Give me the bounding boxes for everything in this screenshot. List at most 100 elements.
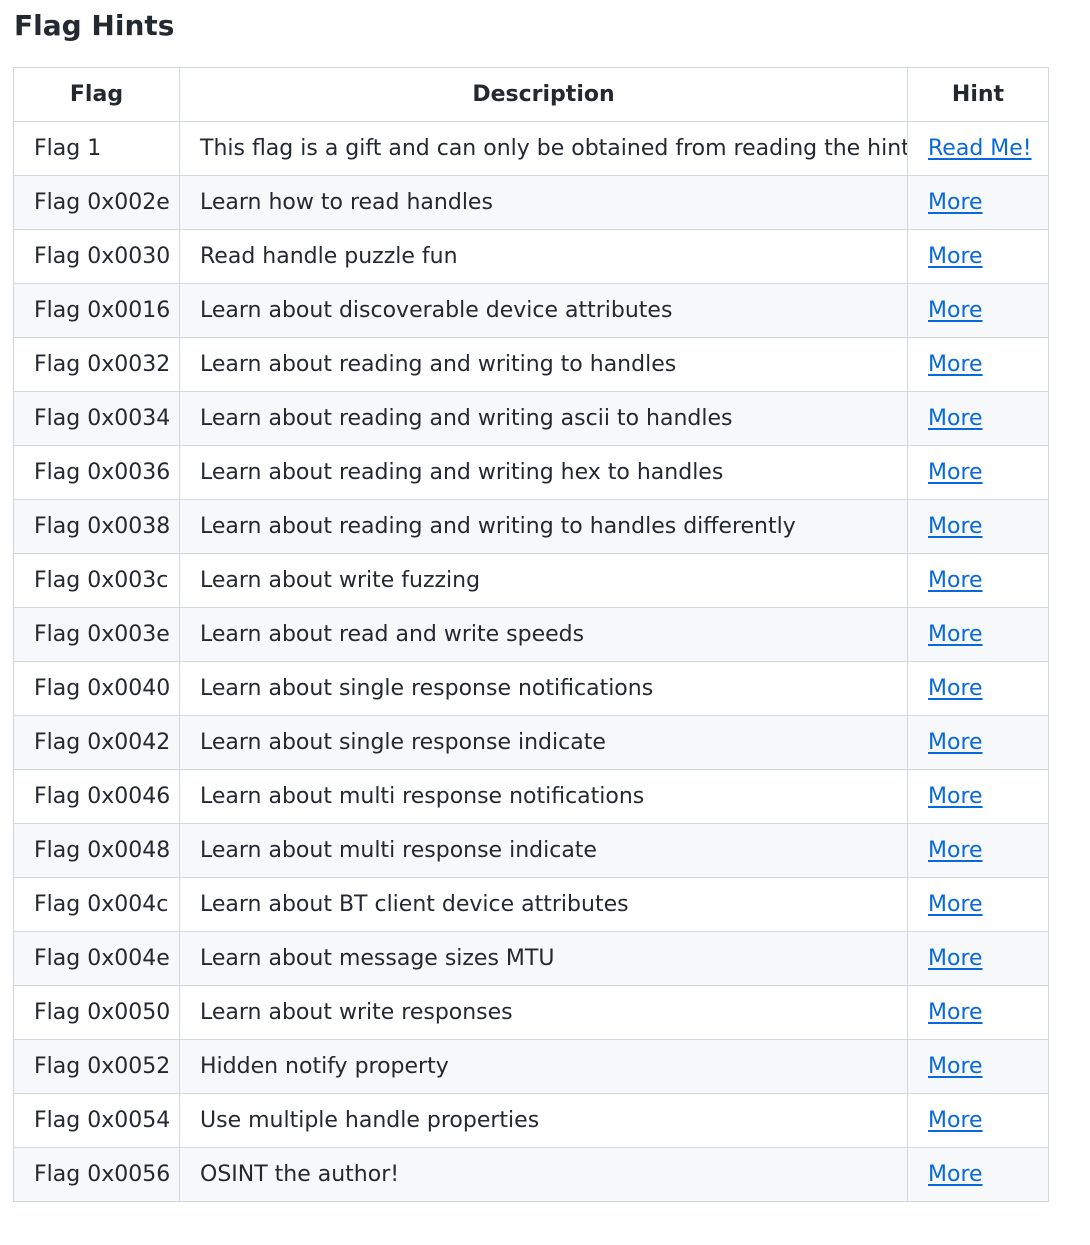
flag-cell: Flag 0x003e xyxy=(13,607,180,662)
hint-cell: More xyxy=(907,715,1049,770)
hint-link-more[interactable]: More xyxy=(928,514,983,539)
hint-link-more[interactable]: More xyxy=(928,946,983,971)
hint-cell: Read Me! xyxy=(907,121,1049,176)
page-title: Flag Hints xyxy=(14,9,175,42)
description-cell: Learn about discoverable device attribut… xyxy=(179,283,908,338)
table-row: Flag 0x0054 Use multiple handle properti… xyxy=(13,1093,1049,1148)
description-cell: Learn about message sizes MTU xyxy=(179,931,908,986)
flag-cell: Flag 0x0040 xyxy=(13,661,180,716)
hint-cell: More xyxy=(907,931,1049,986)
description-cell: Hidden notify property xyxy=(179,1039,908,1094)
hint-link-more[interactable]: More xyxy=(928,676,983,701)
table-row: Flag 1 This flag is a gift and can only … xyxy=(13,121,1049,176)
flag-cell: Flag 0x0046 xyxy=(13,769,180,824)
description-cell: Learn about reading and writing hex to h… xyxy=(179,445,908,500)
table-row: Flag 0x004c Learn about BT client device… xyxy=(13,877,1049,932)
flag-cell: Flag 0x002e xyxy=(13,175,180,230)
description-cell: Learn about single response notification… xyxy=(179,661,908,716)
table-row: Flag 0x003c Learn about write fuzzing Mo… xyxy=(13,553,1049,608)
page: Flag Hints Flag Description Hint Flag 1 … xyxy=(0,0,1090,1245)
hint-link-more[interactable]: More xyxy=(928,1000,983,1025)
table-row: Flag 0x0056 OSINT the author! More xyxy=(13,1147,1049,1202)
hint-link-read-me[interactable]: Read Me! xyxy=(928,136,1032,161)
hint-link-more[interactable]: More xyxy=(928,460,983,485)
description-cell: Learn about read and write speeds xyxy=(179,607,908,662)
hint-cell: More xyxy=(907,1093,1049,1148)
description-cell: Use multiple handle properties xyxy=(179,1093,908,1148)
hint-link-more[interactable]: More xyxy=(928,838,983,863)
flag-cell: Flag 0x0032 xyxy=(13,337,180,392)
table-row: Flag 0x0048 Learn about multi response i… xyxy=(13,823,1049,878)
table-row: Flag 0x004e Learn about message sizes MT… xyxy=(13,931,1049,986)
hint-cell: More xyxy=(907,283,1049,338)
table-row: Flag 0x0052 Hidden notify property More xyxy=(13,1039,1049,1094)
hint-cell: More xyxy=(907,229,1049,284)
flag-cell: Flag 0x003c xyxy=(13,553,180,608)
flag-cell: Flag 0x0052 xyxy=(13,1039,180,1094)
hint-cell: More xyxy=(907,985,1049,1040)
description-cell: Learn about write fuzzing xyxy=(179,553,908,608)
hint-cell: More xyxy=(907,553,1049,608)
hint-link-more[interactable]: More xyxy=(928,1108,983,1133)
flag-cell: Flag 0x0042 xyxy=(13,715,180,770)
description-cell: Read handle puzzle fun xyxy=(179,229,908,284)
description-cell: This flag is a gift and can only be obta… xyxy=(179,121,908,176)
description-cell: OSINT the author! xyxy=(179,1147,908,1202)
header-flag: Flag xyxy=(13,67,180,122)
hint-link-more[interactable]: More xyxy=(928,730,983,755)
flag-cell: Flag 0x004c xyxy=(13,877,180,932)
description-cell: Learn about single response indicate xyxy=(179,715,908,770)
hint-link-more[interactable]: More xyxy=(928,784,983,809)
hint-link-more[interactable]: More xyxy=(928,298,983,323)
description-cell: Learn about BT client device attributes xyxy=(179,877,908,932)
hint-cell: More xyxy=(907,445,1049,500)
table-row: Flag 0x0016 Learn about discoverable dev… xyxy=(13,283,1049,338)
header-description: Description xyxy=(179,67,908,122)
table-row: Flag 0x0036 Learn about reading and writ… xyxy=(13,445,1049,500)
flag-cell: Flag 0x0016 xyxy=(13,283,180,338)
table-row: Flag 0x003e Learn about read and write s… xyxy=(13,607,1049,662)
description-cell: Learn about multi response notifications xyxy=(179,769,908,824)
hint-link-more[interactable]: More xyxy=(928,244,983,269)
hint-link-more[interactable]: More xyxy=(928,1162,983,1187)
hint-cell: More xyxy=(907,661,1049,716)
flag-hints-table: Flag Description Hint Flag 1 This flag i… xyxy=(13,67,1049,1202)
hint-cell: More xyxy=(907,337,1049,392)
hint-link-more[interactable]: More xyxy=(928,1054,983,1079)
description-cell: Learn about reading and writing to handl… xyxy=(179,337,908,392)
hint-link-more[interactable]: More xyxy=(928,352,983,377)
hint-link-more[interactable]: More xyxy=(928,892,983,917)
hint-link-more[interactable]: More xyxy=(928,190,983,215)
table-row: Flag 0x0046 Learn about multi response n… xyxy=(13,769,1049,824)
table-row: Flag 0x0034 Learn about reading and writ… xyxy=(13,391,1049,446)
flag-cell: Flag 0x004e xyxy=(13,931,180,986)
hint-link-more[interactable]: More xyxy=(928,406,983,431)
hint-link-more[interactable]: More xyxy=(928,622,983,647)
table-row: Flag 0x002e Learn how to read handles Mo… xyxy=(13,175,1049,230)
flag-cell: Flag 0x0034 xyxy=(13,391,180,446)
description-cell: Learn about reading and writing to handl… xyxy=(179,499,908,554)
flag-cell: Flag 0x0030 xyxy=(13,229,180,284)
description-cell: Learn about reading and writing ascii to… xyxy=(179,391,908,446)
table-row: Flag 0x0038 Learn about reading and writ… xyxy=(13,499,1049,554)
flag-cell: Flag 1 xyxy=(13,121,180,176)
hint-cell: More xyxy=(907,175,1049,230)
table-row: Flag 0x0042 Learn about single response … xyxy=(13,715,1049,770)
flag-cell: Flag 0x0050 xyxy=(13,985,180,1040)
hint-cell: More xyxy=(907,499,1049,554)
description-cell: Learn about write responses xyxy=(179,985,908,1040)
hint-cell: More xyxy=(907,877,1049,932)
flag-cell: Flag 0x0036 xyxy=(13,445,180,500)
table-row: Flag 0x0040 Learn about single response … xyxy=(13,661,1049,716)
hint-cell: More xyxy=(907,1147,1049,1202)
flag-cell: Flag 0x0056 xyxy=(13,1147,180,1202)
header-hint: Hint xyxy=(907,67,1049,122)
table-row: Flag 0x0030 Read handle puzzle fun More xyxy=(13,229,1049,284)
table-row: Flag 0x0032 Learn about reading and writ… xyxy=(13,337,1049,392)
description-cell: Learn how to read handles xyxy=(179,175,908,230)
table-row: Flag 0x0050 Learn about write responses … xyxy=(13,985,1049,1040)
hint-cell: More xyxy=(907,391,1049,446)
hint-cell: More xyxy=(907,823,1049,878)
description-cell: Learn about multi response indicate xyxy=(179,823,908,878)
hint-link-more[interactable]: More xyxy=(928,568,983,593)
